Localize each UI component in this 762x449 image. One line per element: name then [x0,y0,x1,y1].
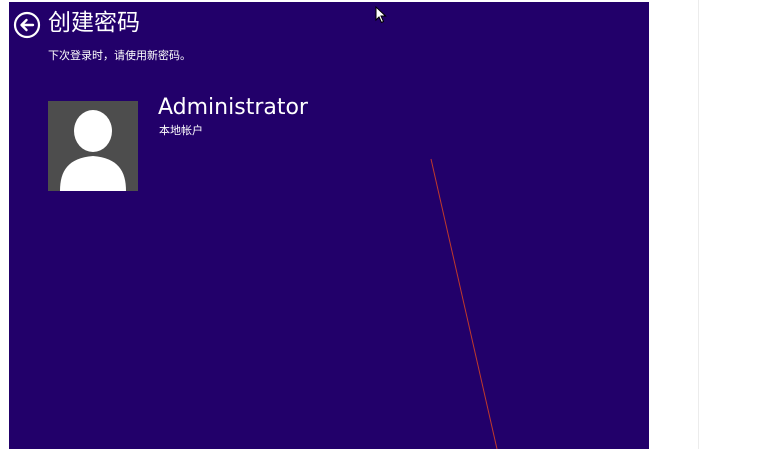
user-avatar-icon [60,110,126,191]
avatar [48,101,138,191]
red-line [430,158,498,449]
account-name: Administrator [158,95,308,120]
page-subtitle: 下次登录时，请使用新密码。 [48,49,191,62]
mouse-cursor-icon [375,6,387,24]
account-type: 本地帐户 [159,124,203,137]
back-arrow-icon [13,11,41,39]
page: 创建密码 下次登录时，请使用新密码。 Administrator 本地帐户 [0,0,762,449]
create-password-screen: 创建密码 下次登录时，请使用新密码。 Administrator 本地帐户 [9,2,649,449]
page-title: 创建密码 [48,10,140,36]
back-button[interactable] [13,11,41,39]
side-divider [698,0,699,449]
